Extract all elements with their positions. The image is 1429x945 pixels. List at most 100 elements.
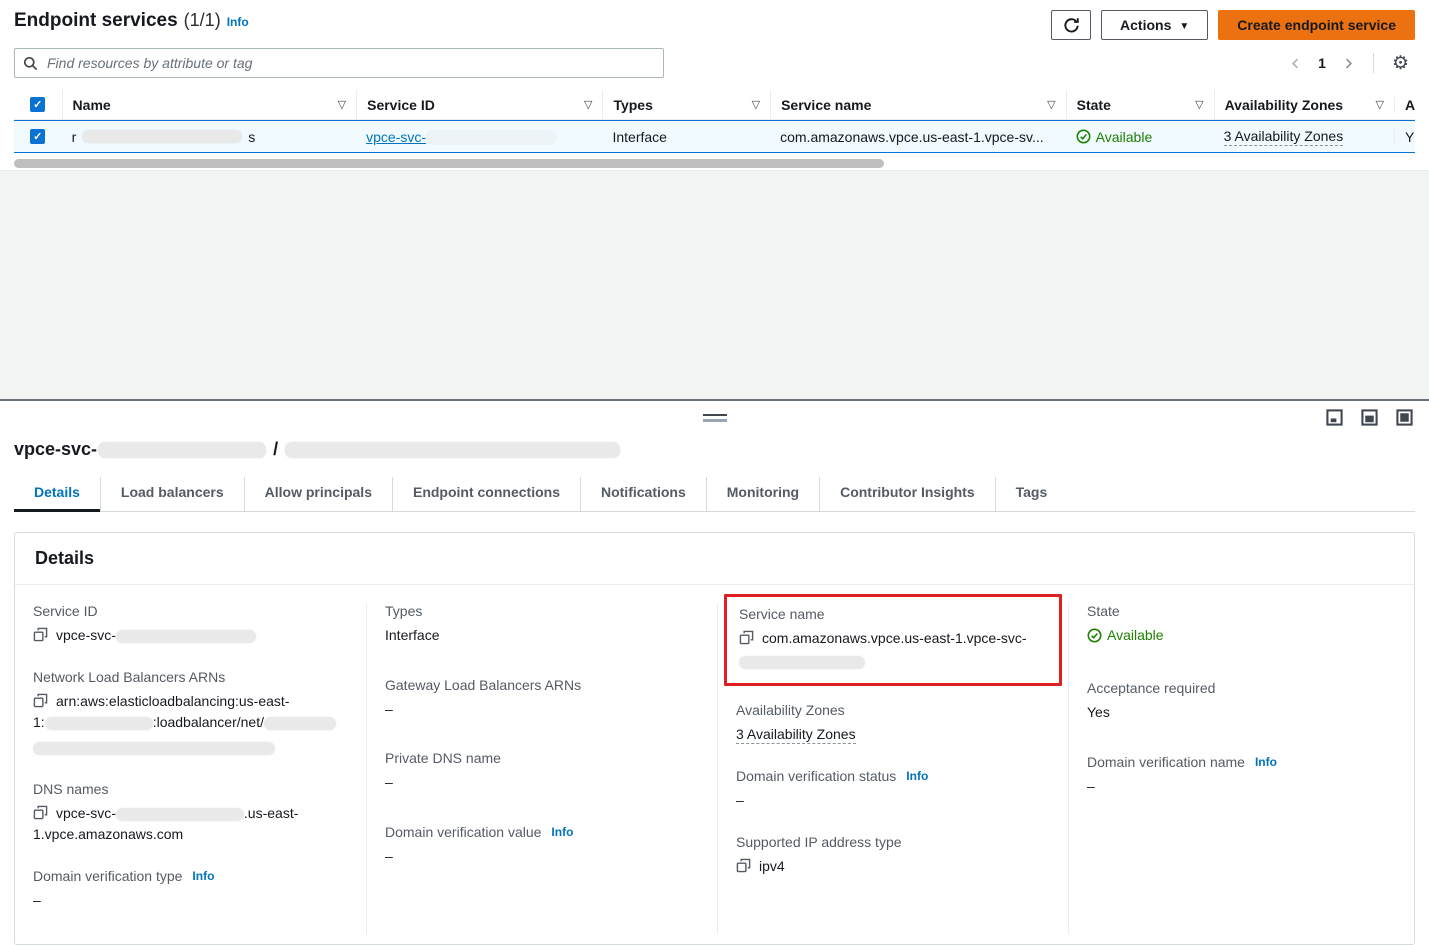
info-link[interactable]: Info	[551, 825, 573, 839]
field-state: State Available	[1087, 603, 1396, 650]
state-available-label: Available	[1107, 625, 1164, 647]
column-header-acceptance-label: A	[1405, 97, 1415, 113]
create-endpoint-service-button[interactable]: Create endpoint service	[1218, 10, 1415, 40]
next-page-button[interactable]	[1336, 55, 1361, 72]
resource-id-prefix: vpce-svc-	[14, 439, 97, 460]
controls-divider	[1373, 53, 1374, 73]
tab-tags[interactable]: Tags	[995, 477, 1068, 512]
tab-load-balancers[interactable]: Load balancers	[100, 477, 244, 512]
chevron-left-icon	[1289, 57, 1302, 70]
service-id-link[interactable]: vpce-svc-	[366, 129, 556, 145]
filter-icon[interactable]: ▽	[584, 98, 592, 111]
panel-size-medium-icon[interactable]	[1361, 409, 1378, 426]
ip-type-value: ipv4	[759, 856, 785, 878]
search-box[interactable]	[14, 48, 664, 78]
copy-icon[interactable]	[33, 693, 48, 708]
tab-allow-principals[interactable]: Allow principals	[244, 477, 392, 512]
column-header-service-id-label: Service ID	[367, 97, 435, 113]
column-header-service-name-label: Service name	[781, 97, 871, 113]
tab-details[interactable]: Details	[14, 477, 100, 512]
redacted-text	[739, 656, 865, 669]
panel-size-small-icon[interactable]	[1326, 409, 1343, 426]
table-row[interactable]: ✓ rs vpce-svc- Interface com.amazonaws.v…	[14, 120, 1415, 153]
dns-name-prefix: vpce-svc-	[56, 805, 116, 821]
select-all-checkbox[interactable]: ✓	[30, 97, 45, 112]
service-name-value: com.amazonaws.vpce.us-east-1.vpce-svc-	[762, 628, 1027, 650]
copy-icon[interactable]	[739, 630, 754, 645]
tab-notifications[interactable]: Notifications	[580, 477, 706, 512]
tab-endpoint-connections[interactable]: Endpoint connections	[392, 477, 580, 512]
horizontal-scrollbar	[14, 158, 1415, 170]
search-input[interactable]	[45, 54, 655, 72]
copy-icon[interactable]	[736, 858, 751, 873]
previous-page-button[interactable]	[1283, 55, 1308, 72]
page-info-link[interactable]: Info	[227, 15, 249, 29]
row-state-cell: Available	[1066, 129, 1214, 145]
row-checkbox[interactable]: ✓	[30, 129, 45, 144]
field-supported-ip-type: Supported IP address type ipv4	[736, 834, 1050, 878]
column-header-state[interactable]: State ▽	[1066, 90, 1214, 119]
row-az-cell: 3 Availability Zones	[1214, 128, 1394, 146]
refresh-button[interactable]	[1051, 10, 1091, 40]
filter-icon[interactable]: ▽	[1047, 98, 1055, 111]
row-name-cell: rs	[62, 129, 357, 145]
field-value-empty: –	[736, 790, 1050, 812]
field-dns-names: DNS names vpce-svc-.us-east- 1.vpce.amaz…	[33, 781, 348, 846]
field-domain-verification-type: Domain verification type Info –	[33, 868, 348, 912]
preferences-gear-icon[interactable]: ⚙	[1386, 53, 1415, 74]
copy-icon[interactable]	[33, 627, 48, 642]
field-label: Availability Zones	[736, 702, 1050, 718]
field-value-empty: –	[385, 699, 699, 721]
column-header-name[interactable]: Name ▽	[62, 90, 357, 119]
redacted-text	[33, 742, 275, 755]
actions-button-label: Actions	[1120, 17, 1171, 33]
filter-icon[interactable]: ▽	[1376, 98, 1384, 111]
field-value-empty: –	[385, 846, 699, 868]
availability-zones-link[interactable]: 3 Availability Zones	[736, 726, 856, 744]
current-page-number[interactable]: 1	[1314, 55, 1330, 71]
availability-zones-link[interactable]: 3 Availability Zones	[1224, 128, 1344, 146]
tab-monitoring[interactable]: Monitoring	[706, 477, 819, 512]
nlb-arn-line2-prefix: 1:	[33, 714, 45, 730]
field-service-id: Service ID vpce-svc-	[33, 603, 348, 647]
copy-icon[interactable]	[33, 805, 48, 820]
field-value-empty: –	[33, 890, 348, 912]
field-label: Domain verification value	[385, 824, 541, 840]
nlb-arn-line2-mid: :loadbalancer/net/	[153, 714, 264, 730]
page-title: Endpoint services (1/1) Info	[14, 10, 249, 32]
field-label: Private DNS name	[385, 750, 699, 766]
info-link[interactable]: Info	[1255, 755, 1277, 769]
column-header-service-id[interactable]: Service ID ▽	[356, 90, 602, 119]
column-header-acceptance-truncated[interactable]: A	[1394, 97, 1415, 113]
chevron-right-icon	[1342, 57, 1355, 70]
details-card: Details Service ID vpce-svc- Network Loa…	[14, 532, 1415, 945]
caret-down-icon: ▼	[1179, 21, 1189, 32]
pagination: 1 ⚙	[1283, 53, 1415, 74]
filter-icon[interactable]: ▽	[752, 98, 760, 111]
info-link[interactable]: Info	[192, 869, 214, 883]
field-domain-verification-name: Domain verification name Info –	[1087, 754, 1396, 798]
split-panel: vpce-svc- / Details Load balancers Allow…	[0, 399, 1429, 888]
row-service-name-value: com.amazonaws.vpce.us-east-1.vpce-sv...	[780, 129, 1044, 145]
service-name-highlight-box: Service name com.amazonaws.vpce.us-east-…	[724, 594, 1062, 686]
split-panel-drag-handle[interactable]	[703, 414, 727, 422]
info-link[interactable]: Info	[906, 769, 928, 783]
field-label: Network Load Balancers ARNs	[33, 669, 348, 685]
column-header-service-name[interactable]: Service name ▽	[770, 90, 1066, 119]
filter-icon[interactable]: ▽	[338, 98, 346, 111]
tab-contributor-insights[interactable]: Contributor Insights	[819, 477, 995, 512]
row-acceptance-value: Y	[1405, 129, 1414, 145]
field-label: DNS names	[33, 781, 348, 797]
filter-icon[interactable]: ▽	[1195, 98, 1203, 111]
check-circle-icon	[1076, 129, 1091, 144]
state-available-badge: Available	[1076, 129, 1153, 145]
actions-button[interactable]: Actions ▼	[1101, 10, 1208, 40]
dns-name-mid: .us-east-	[244, 805, 298, 821]
panel-size-full-icon[interactable]	[1396, 409, 1413, 426]
column-header-availability-zones[interactable]: Availability Zones ▽	[1214, 90, 1394, 119]
field-private-dns-name: Private DNS name –	[385, 750, 699, 794]
horizontal-scrollbar-thumb[interactable]	[14, 159, 884, 168]
column-header-az-label: Availability Zones	[1225, 97, 1344, 113]
column-header-types[interactable]: Types ▽	[602, 90, 770, 119]
title-separator: /	[273, 439, 278, 460]
